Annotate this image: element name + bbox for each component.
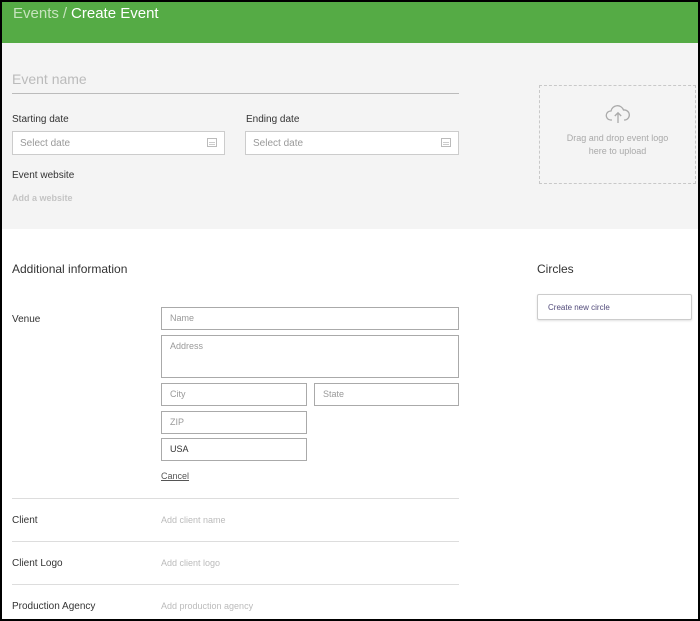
ending-date-picker[interactable]: Select date [245,131,459,155]
event-website-input[interactable]: Add a website [12,193,73,203]
venue-address-input[interactable]: Address [161,335,459,378]
event-name-input[interactable]: Event name [12,70,459,94]
venue-label: Venue [12,314,41,325]
breadcrumb-separator: / [62,5,68,22]
starting-date-picker[interactable]: Select date [12,131,225,155]
client-name-input[interactable]: Add client name [161,515,226,525]
production-agency-input[interactable]: Add production agency [161,601,253,611]
calendar-icon[interactable] [441,138,451,147]
event-logo-dropzone[interactable]: Drag and drop event logo here to upload [539,85,696,184]
venue-zip-input[interactable]: ZIP [161,411,307,434]
client-logo-label: Client Logo [12,558,63,569]
venue-country-input[interactable]: USA [161,438,307,461]
additional-info-heading: Additional information [12,262,128,276]
ending-date-label: Ending date [246,114,300,125]
create-event-page: Events / Create Event Event name Starting … [2,2,698,619]
venue-cancel-link[interactable]: Cancel [161,471,189,481]
breadcrumb: Events / Create Event [13,5,159,22]
client-label: Client [12,515,38,526]
starting-date-placeholder: Select date [20,138,71,149]
app-header: Events / Create Event [2,2,698,43]
venue-state-input[interactable]: State [314,383,459,406]
production-agency-label: Production Agency [12,601,96,612]
cloud-upload-icon [605,105,630,123]
page-title: Create Event [71,5,159,22]
calendar-icon[interactable] [207,138,217,147]
venue-name-input[interactable]: Name [161,307,459,330]
ending-date-placeholder: Select date [253,138,304,149]
divider [12,541,459,542]
event-website-label: Event website [12,170,75,181]
divider [12,584,459,585]
create-circle-button[interactable]: Create new circle [537,294,692,320]
client-logo-input[interactable]: Add client logo [161,558,220,568]
starting-date-label: Starting date [12,114,69,125]
logo-dropzone-text: Drag and drop event logo here to upload [566,133,669,156]
breadcrumb-events-link[interactable]: Events [13,5,59,22]
venue-city-input[interactable]: City [161,383,307,406]
circles-heading: Circles [537,262,574,276]
divider [12,498,459,499]
